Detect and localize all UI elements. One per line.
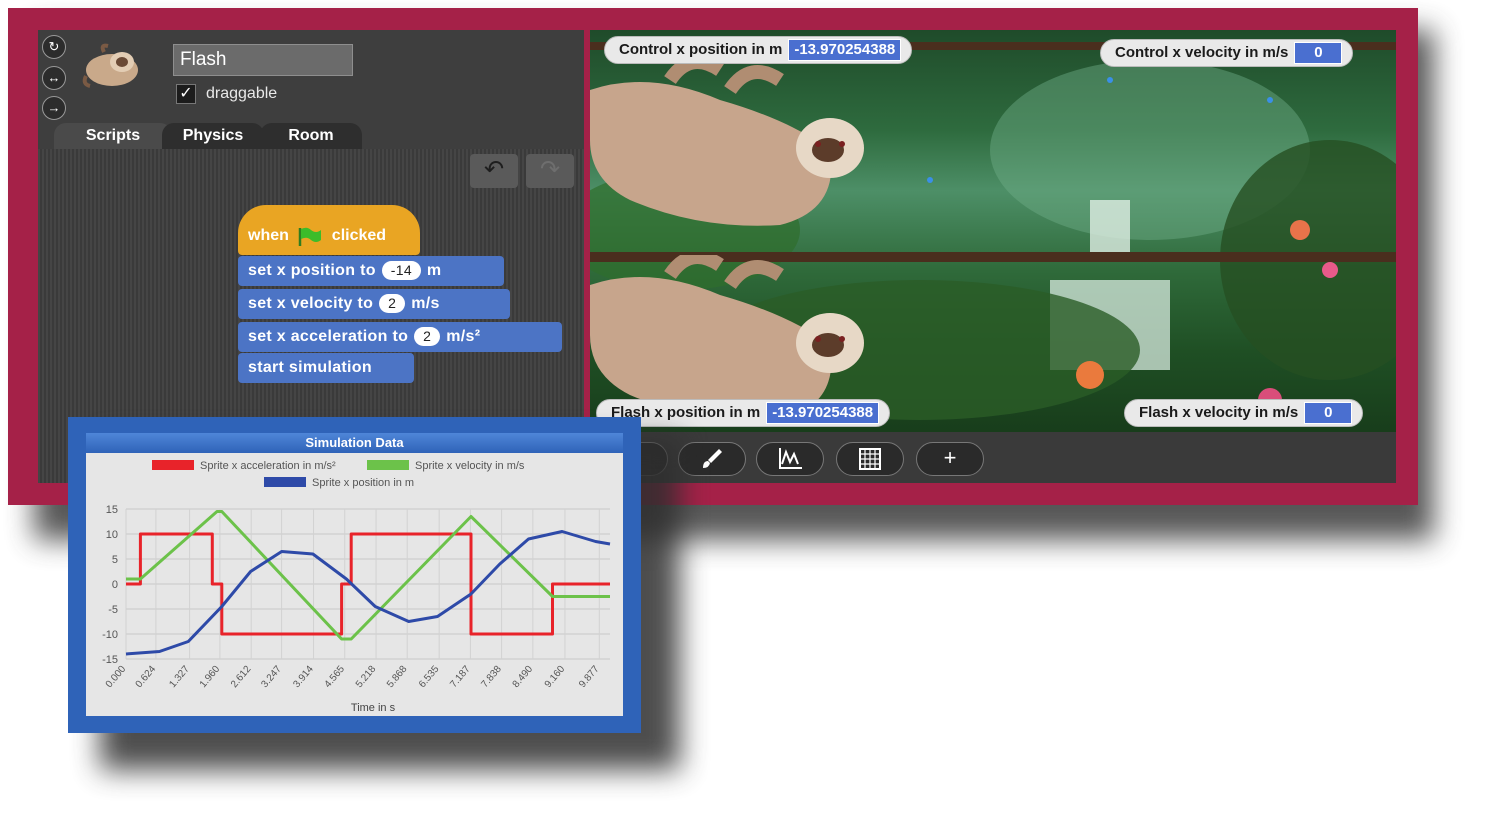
legend-swatch	[367, 460, 409, 470]
watcher-value: 0	[1304, 402, 1353, 424]
block-unit: m/s²	[446, 328, 481, 345]
watcher-control-velocity[interactable]: Control x velocity in m/s 0	[1100, 39, 1354, 67]
control-sloth-sprite[interactable]	[590, 60, 890, 240]
chart-series	[125, 510, 611, 656]
watcher-label: Control x position in m	[619, 41, 783, 58]
block-unit: m/s	[411, 295, 440, 312]
tab-physics[interactable]: Physics	[162, 123, 264, 149]
y-tick-label: -5	[108, 604, 118, 616]
tab-scripts[interactable]: Scripts	[54, 123, 172, 149]
flip-horizontal-icon[interactable]: ↔	[42, 66, 66, 90]
paint-brush-icon[interactable]	[678, 442, 746, 476]
x-axis-ticks: 0.000 0.624 1.327 1.960 2.612 3.247 3.914 4.565…	[104, 664, 602, 691]
graph-icon[interactable]	[756, 442, 824, 476]
block-label: set x acceleration to	[248, 328, 409, 345]
redo-arrow-icon[interactable]: ↷	[526, 154, 574, 188]
chart-grid	[125, 508, 610, 660]
when-flag-clicked-block[interactable]: when clicked	[238, 205, 420, 255]
tab-room[interactable]: Room	[260, 123, 362, 149]
x-tick-label: 3.914	[291, 664, 316, 691]
watcher-value: 0	[1294, 42, 1343, 64]
position-input[interactable]: -14	[381, 261, 421, 281]
simulation-data-window[interactable]: Simulation Data Sprite x acceleration in…	[68, 417, 641, 733]
x-tick-label: 9.877	[577, 664, 602, 691]
block-label: set x velocity to	[248, 295, 374, 312]
sloth-sprite-thumbnail[interactable]	[78, 40, 148, 92]
stage[interactable]: Control x position in m -13.970254388 Con…	[590, 30, 1396, 432]
table-grid-icon[interactable]	[836, 442, 904, 476]
velocity-input[interactable]: 2	[379, 294, 406, 314]
watcher-value: -13.970254388	[788, 39, 902, 61]
simulation-chart[interactable]: Sprite x acceleration in m/s² Sprite x ve…	[86, 453, 623, 716]
y-tick-label: 0	[112, 579, 118, 591]
x-tick-label: 3.247	[259, 664, 284, 691]
y-tick-label: -15	[102, 654, 118, 666]
y-axis-ticks: 15 10 5 0 -5 -10 -15	[102, 504, 118, 666]
legend-label: Sprite x velocity in m/s	[415, 460, 525, 472]
stage-toolbar: – +	[590, 432, 1396, 483]
sprite-name-field[interactable]: Flash	[173, 44, 353, 76]
green-flag-icon	[299, 227, 322, 246]
watcher-flash-velocity[interactable]: Flash x velocity in m/s 0	[1124, 399, 1364, 427]
set-x-position-block[interactable]: set x position to -14 m	[238, 256, 504, 286]
legend-swatch	[152, 460, 194, 470]
chart-title: Simulation Data	[86, 433, 623, 453]
x-tick-label: 7.187	[448, 664, 473, 691]
watcher-control-position[interactable]: Control x position in m -13.970254388	[604, 36, 913, 64]
y-tick-label: 10	[106, 529, 118, 541]
draggable-label: draggable	[206, 85, 278, 102]
x-tick-label: 5.868	[385, 664, 410, 691]
series-line	[125, 530, 611, 656]
watcher-label: Control x velocity in m/s	[1115, 44, 1289, 61]
acceleration-input[interactable]: 2	[414, 327, 441, 347]
series-line	[126, 510, 610, 641]
x-tick-label: 7.838	[479, 664, 504, 691]
x-tick-label: 6.535	[417, 664, 442, 691]
chart-legend: Sprite x acceleration in m/s² Sprite x ve…	[152, 460, 525, 489]
x-tick-label: 1.960	[198, 664, 223, 691]
ide-pane: ↻ ↔ → Flash ✓ draggable Scripts Physics …	[38, 30, 584, 483]
legend-label: Sprite x acceleration in m/s²	[200, 460, 336, 472]
watcher-label: Flash x velocity in m/s	[1139, 404, 1299, 421]
y-tick-label: -10	[102, 629, 118, 641]
hat-clicked-text: clicked	[331, 227, 387, 245]
undo-arrow-icon[interactable]: ↶	[470, 154, 518, 188]
plus-icon[interactable]: +	[916, 442, 984, 476]
x-axis-label: Time in s	[351, 702, 396, 714]
x-tick-label: 0.624	[134, 664, 159, 691]
x-tick-label: 2.612	[229, 664, 254, 691]
x-tick-label: 8.490	[511, 664, 536, 691]
y-tick-label: 5	[112, 554, 118, 566]
block-label: start simulation	[248, 359, 372, 376]
x-tick-label: 5.218	[354, 664, 379, 691]
legend-label: Sprite x position in m	[312, 477, 414, 489]
draggable-checkbox[interactable]: ✓	[176, 84, 196, 104]
hat-when-text: when	[248, 227, 289, 245]
x-tick-label: 1.327	[167, 664, 192, 691]
rotate-icon[interactable]: ↻	[42, 35, 66, 59]
set-x-velocity-block[interactable]: set x velocity to 2 m/s	[238, 289, 510, 319]
y-tick-label: 15	[106, 504, 118, 516]
set-x-acceleration-block[interactable]: set x acceleration to 2 m/s²	[238, 322, 562, 352]
start-simulation-block[interactable]: start simulation	[238, 353, 414, 383]
legend-swatch	[264, 477, 306, 487]
x-tick-label: 4.565	[323, 664, 348, 691]
x-tick-label: 9.160	[543, 664, 568, 691]
x-tick-label: 0.000	[104, 664, 129, 691]
watcher-value: -13.970254388	[766, 402, 880, 424]
right-arrow-icon[interactable]: →	[42, 96, 66, 120]
block-unit: m	[426, 262, 442, 279]
block-label: set x position to	[248, 262, 376, 279]
